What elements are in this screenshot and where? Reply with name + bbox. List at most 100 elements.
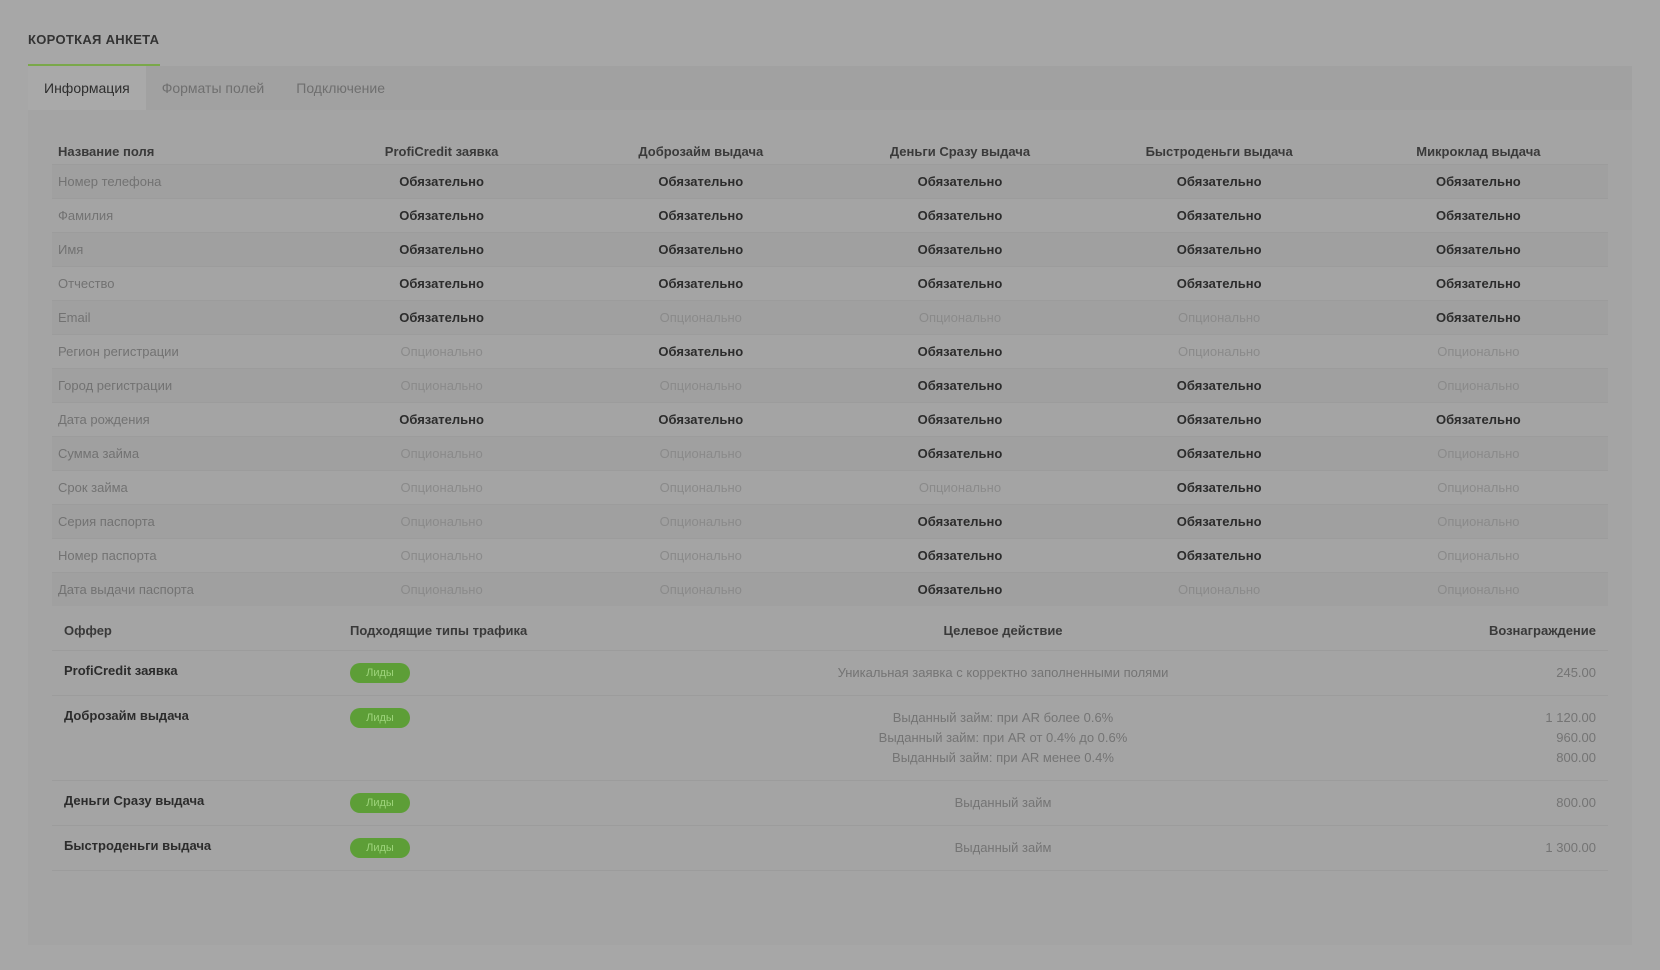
requirement-cell: Опционально bbox=[1348, 572, 1608, 606]
table-row: Серия паспорта Опционально Опционально Обяз… bbox=[52, 504, 1608, 539]
offer-row: ProfiCredit заявка Лиды Уникальная заявка … bbox=[52, 650, 1608, 696]
requirement-cell: Опционально bbox=[1348, 470, 1608, 505]
requirement-cell: Обязательно bbox=[312, 266, 572, 301]
requirement-cell: Обязательно bbox=[830, 504, 1090, 539]
column-header-offer: Оффер bbox=[52, 610, 338, 651]
reward-amount: 960.00 bbox=[1556, 730, 1596, 745]
requirement-cell: Обязательно bbox=[1348, 300, 1608, 335]
offers-table: Оффер Подходящие типы трафика Целевое де… bbox=[52, 610, 1608, 871]
traffic-types-cell: Лиды bbox=[338, 825, 638, 871]
requirement-cell: Обязательно bbox=[312, 232, 572, 267]
column-header-reward: Вознаграждение bbox=[1368, 610, 1608, 651]
requirement-cell: Опционально bbox=[1348, 334, 1608, 369]
requirement-cell: Обязательно bbox=[312, 198, 572, 233]
field-name-cell: Дата рождения bbox=[52, 402, 312, 437]
requirement-cell: Опционально bbox=[1348, 436, 1608, 471]
requirement-cell: Обязательно bbox=[1089, 504, 1349, 539]
tabs-bar: Информация Форматы полей Подключение bbox=[28, 66, 1632, 110]
table-row: Имя Обязательно Обязательно Обязательно Обяз… bbox=[52, 232, 1608, 267]
target-action-cell: Уникальная заявка с корректно заполненны… bbox=[638, 650, 1368, 696]
field-name-cell: Срок займа bbox=[52, 470, 312, 505]
table-row: Дата выдачи паспорта Опционально Опциональ… bbox=[52, 572, 1608, 606]
target-action-cell: Выданный займ bbox=[638, 780, 1368, 826]
target-action-text: Выданный займ bbox=[954, 795, 1052, 810]
requirement-cell: Обязательно bbox=[312, 402, 572, 437]
requirement-cell: Опционально bbox=[1348, 368, 1608, 403]
traffic-types-cell: Лиды bbox=[338, 650, 638, 696]
traffic-type-badge: Лиды bbox=[350, 793, 410, 813]
requirement-cell: Обязательно bbox=[1089, 368, 1349, 403]
column-header-bystrodengi: Быстроденьги выдача bbox=[1145, 143, 1293, 159]
reward-amount: 245.00 bbox=[1556, 665, 1596, 680]
column-header-proficredit: ProfiCredit заявка bbox=[384, 143, 499, 159]
target-action-text: Уникальная заявка с корректно заполненны… bbox=[837, 665, 1169, 680]
requirement-cell: Опционально bbox=[1348, 504, 1608, 539]
offer-name[interactable]: Доброзайм выдача bbox=[52, 695, 338, 781]
table-row: Дата рождения Обязательно Обязательно Обяза… bbox=[52, 402, 1608, 437]
reward-amount: 1 300.00 bbox=[1545, 840, 1596, 855]
requirement-cell: Опционально bbox=[312, 334, 572, 369]
tab-field-formats[interactable]: Форматы полей bbox=[146, 66, 281, 110]
table-row: Срок займа Опционально Опционально Опционал… bbox=[52, 470, 1608, 505]
requirement-cell: Опционально bbox=[1089, 334, 1349, 369]
column-header-dengi-srazu: Деньги Сразу выдача bbox=[889, 143, 1031, 159]
field-name-cell: Серия паспорта bbox=[52, 504, 312, 539]
requirement-cell: Обязательно bbox=[1348, 164, 1608, 199]
field-name-cell: Фамилия bbox=[52, 198, 312, 233]
field-name-cell: Отчество bbox=[52, 266, 312, 301]
requirement-cell: Обязательно bbox=[1089, 402, 1349, 437]
content-panel: Название поля ProfiCredit заявка Доброза… bbox=[28, 110, 1632, 945]
requirement-cell: Обязательно bbox=[571, 198, 831, 233]
column-header-traffic: Подходящие типы трафика bbox=[338, 610, 638, 651]
requirement-cell: Опционально bbox=[312, 470, 572, 505]
requirement-cell: Опционально bbox=[312, 504, 572, 539]
field-name-cell: Дата выдачи паспорта bbox=[52, 572, 312, 606]
offer-row: Доброзайм выдача Лиды Выданный займ: при A… bbox=[52, 695, 1608, 781]
requirement-cell: Опционально bbox=[1089, 300, 1349, 335]
requirement-cell: Опционально bbox=[312, 572, 572, 606]
requirement-cell: Обязательно bbox=[830, 334, 1090, 369]
tab-information[interactable]: Информация bbox=[28, 66, 146, 110]
table-row: Сумма займа Опционально Опционально Обязате… bbox=[52, 436, 1608, 471]
offer-name[interactable]: ProfiCredit заявка bbox=[52, 650, 338, 696]
requirement-cell: Обязательно bbox=[312, 300, 572, 335]
target-action-text: Выданный займ: при AR менее 0.4% bbox=[892, 750, 1114, 765]
requirement-cell: Обязательно bbox=[571, 266, 831, 301]
requirement-cell: Опционально bbox=[1089, 572, 1349, 606]
requirement-cell: Обязательно bbox=[1089, 266, 1349, 301]
requirement-cell: Обязательно bbox=[1089, 538, 1349, 573]
requirement-cell: Обязательно bbox=[830, 198, 1090, 233]
reward-amount: 800.00 bbox=[1556, 750, 1596, 765]
requirement-cell: Обязательно bbox=[830, 368, 1090, 403]
requirement-cell: Опционально bbox=[571, 572, 831, 606]
traffic-types-cell: Лиды bbox=[338, 695, 638, 781]
requirement-cell: Обязательно bbox=[830, 402, 1090, 437]
table-row: Регион регистрации Опционально Обязательно… bbox=[52, 334, 1608, 369]
offer-row: Деньги Сразу выдача Лиды Выданный займ 800.… bbox=[52, 780, 1608, 826]
requirement-cell: Обязательно bbox=[571, 232, 831, 267]
reward-amount: 1 120.00 bbox=[1545, 710, 1596, 725]
target-action-cell: Выданный займ: при AR более 0.6% Выданный… bbox=[638, 695, 1368, 781]
traffic-type-badge: Лиды bbox=[350, 838, 410, 858]
field-name-cell: Сумма займа bbox=[52, 436, 312, 471]
requirement-cell: Обязательно bbox=[571, 402, 831, 437]
table-row: Номер телефона Обязательно Обязательно Обяз… bbox=[52, 164, 1608, 199]
column-header-dobrozaim: Доброзайм выдача bbox=[638, 143, 764, 159]
requirement-cell: Обязательно bbox=[830, 164, 1090, 199]
reward-cell: 800.00 bbox=[1368, 780, 1608, 826]
column-header-action: Целевое действие bbox=[638, 610, 1368, 651]
requirement-cell: Опционально bbox=[830, 470, 1090, 505]
target-action-text: Выданный займ: при AR от 0.4% до 0.6% bbox=[878, 730, 1128, 745]
offer-name[interactable]: Быстроденьги выдача bbox=[52, 825, 338, 871]
offer-name[interactable]: Деньги Сразу выдача bbox=[52, 780, 338, 826]
requirement-cell: Опционально bbox=[1348, 538, 1608, 573]
requirement-cell: Обязательно bbox=[1348, 232, 1608, 267]
field-name-cell: Имя bbox=[52, 232, 312, 267]
target-action-text: Выданный займ bbox=[954, 840, 1052, 855]
offer-row: Быстроденьги выдача Лиды Выданный займ 1 30… bbox=[52, 825, 1608, 871]
requirement-cell: Опционально bbox=[571, 436, 831, 471]
column-header-mikroklad: Микроклад выдача bbox=[1416, 143, 1541, 159]
tab-connection[interactable]: Подключение bbox=[280, 66, 401, 110]
reward-cell: 245.00 bbox=[1368, 650, 1608, 696]
requirement-cell: Обязательно bbox=[830, 436, 1090, 471]
